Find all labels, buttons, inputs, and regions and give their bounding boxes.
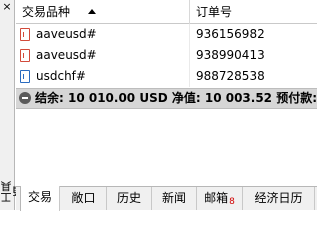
collapse-icon <box>19 92 31 104</box>
tab-label: 邮箱 <box>204 191 229 205</box>
table-header: 交易品种 订单号 <box>16 0 317 24</box>
cell-symbol: usdchf# <box>16 66 190 87</box>
tab-bar: 交易 敞口 历史 新闻 邮箱8 经济日历 <box>16 186 317 211</box>
close-icon[interactable]: × <box>1 1 13 13</box>
table-row[interactable]: usdchf# 988728538 <box>16 66 317 87</box>
order-icon <box>20 28 30 41</box>
toolbox-panel: 交易品种 订单号 aaveusd# 936156982 aaveusd# 938… <box>16 0 317 211</box>
sort-ascending-icon <box>88 9 96 14</box>
tab-label: 交易 <box>27 190 52 204</box>
table-row[interactable]: aaveusd# 936156982 <box>16 24 317 45</box>
account-summary-row[interactable]: 结余: 10 010.00 USD 净值: 10 003.52 预付款: 2.7 <box>16 88 317 109</box>
order-icon <box>20 49 30 62</box>
column-header-order[interactable]: 订单号 <box>190 0 317 24</box>
order-icon <box>20 70 30 83</box>
column-header-label: 订单号 <box>196 5 233 19</box>
cell-symbol: aaveusd# <box>16 24 190 45</box>
tab-economic-calendar[interactable]: 经济日历 <box>243 187 315 210</box>
tab-mailbox[interactable]: 邮箱8 <box>197 187 243 210</box>
mail-count-badge: 8 <box>229 197 235 207</box>
account-summary-text: 结余: 10 010.00 USD 净值: 10 003.52 预付款: 2.7 <box>35 91 317 105</box>
column-header-symbol[interactable]: 交易品种 <box>16 0 190 24</box>
tab-label: 历史 <box>116 191 141 205</box>
cell-order: 988728538 <box>196 69 265 83</box>
tab-news[interactable]: 新闻 <box>152 187 197 210</box>
cell-symbol: aaveusd# <box>16 45 190 66</box>
tab-history[interactable]: 历史 <box>107 187 152 210</box>
toolbox-strip: × 工具箱 <box>0 0 25 210</box>
tab-label: 敞口 <box>71 191 96 205</box>
tab-exposure[interactable]: 敞口 <box>61 187 107 210</box>
symbol-text: usdchf# <box>36 69 86 83</box>
column-header-label: 交易品种 <box>22 5 71 19</box>
tab-label: 经济日历 <box>254 191 303 205</box>
cell-order: 936156982 <box>196 27 265 41</box>
symbol-text: aaveusd# <box>36 48 97 62</box>
symbol-text: aaveusd# <box>36 27 97 41</box>
table-row[interactable]: aaveusd# 938990413 <box>16 45 317 66</box>
tab-trade[interactable]: 交易 <box>20 186 60 211</box>
cell-order: 938990413 <box>196 48 265 62</box>
tab-label: 新闻 <box>161 191 186 205</box>
toolbox-label: 工具箱 <box>0 181 25 203</box>
